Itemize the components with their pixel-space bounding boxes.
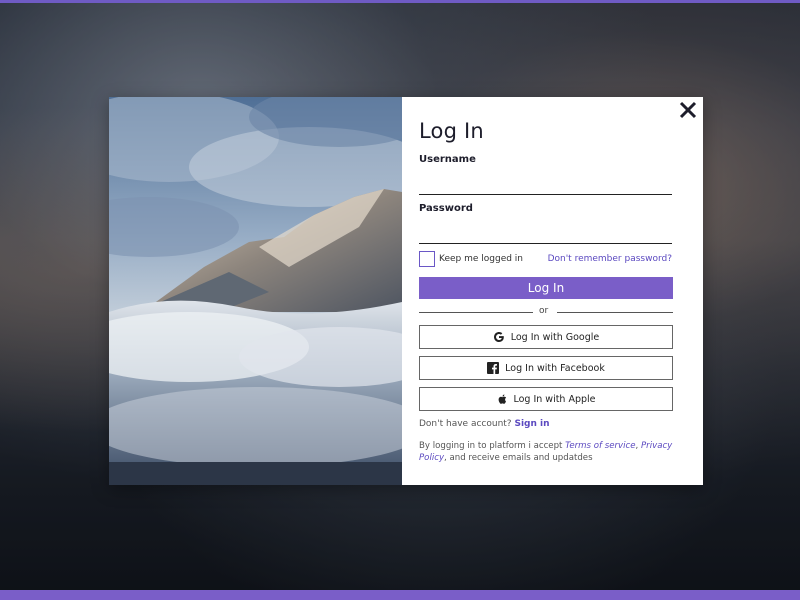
login-modal: Log In Username Password Keep me logged … <box>109 97 703 485</box>
password-input[interactable] <box>419 225 672 244</box>
keep-logged-in-checkbox[interactable] <box>419 251 435 267</box>
mountain-photo <box>109 97 402 485</box>
facebook-login-button[interactable]: Log In with Facebook <box>419 356 673 380</box>
apple-login-button[interactable]: Log In with Apple <box>419 387 673 411</box>
login-button[interactable]: Log In <box>419 277 673 299</box>
signup-link[interactable]: Sign in <box>514 419 549 429</box>
divider-line-left <box>419 312 533 313</box>
facebook-icon <box>487 362 500 374</box>
divider-text: or <box>539 306 549 316</box>
close-button[interactable] <box>677 99 699 121</box>
legal-suffix: , and receive emails and updatdes <box>444 453 593 463</box>
apple-icon <box>499 394 507 404</box>
legal-notice: By logging in to platform i accept Terms… <box>419 440 679 464</box>
bottom-accent-bar <box>0 590 800 600</box>
username-input[interactable] <box>419 176 672 195</box>
close-icon <box>679 101 697 119</box>
signup-row: Don't have account? Sign in <box>419 419 550 429</box>
password-label: Password <box>419 203 473 214</box>
apple-login-label: Log In with Apple <box>513 393 596 405</box>
google-icon <box>493 332 504 342</box>
keep-logged-in-label: Keep me logged in <box>439 254 524 264</box>
facebook-login-label: Log In with Facebook <box>505 362 605 374</box>
forgot-password-link[interactable]: Don't remember password? <box>548 254 672 264</box>
divider-line-right <box>557 312 673 313</box>
terms-of-service-link[interactable]: Terms of service <box>565 441 635 451</box>
username-label: Username <box>419 154 476 165</box>
google-login-button[interactable]: Log In with Google <box>419 325 673 349</box>
mountain-illustration <box>109 97 402 485</box>
google-login-label: Log In with Google <box>510 331 600 343</box>
page-title: Log In <box>419 119 484 143</box>
login-form-panel: Log In Username Password Keep me logged … <box>402 97 703 485</box>
signup-prompt: Don't have account? <box>419 419 512 429</box>
legal-prefix: By logging in to platform i accept <box>419 441 566 451</box>
